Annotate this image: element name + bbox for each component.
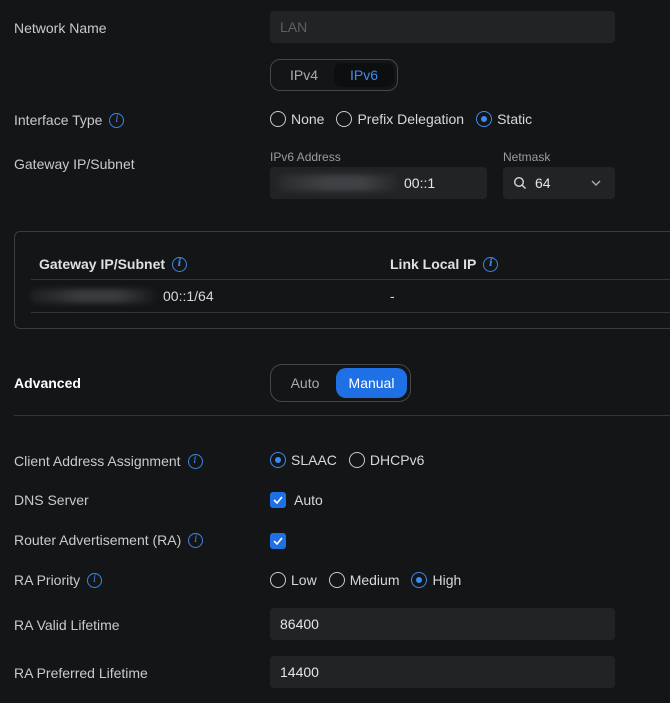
ipv6-address-value: 00::1	[404, 175, 436, 191]
client-assignment-radio-group: SLAAC DHCPv6	[270, 451, 436, 469]
radio-prefix-delegation-label: Prefix Delegation	[357, 111, 465, 127]
ipv6-address-label: IPv6 Address	[270, 150, 341, 164]
search-icon	[513, 176, 526, 189]
dns-auto-checkbox[interactable]	[270, 492, 286, 508]
dns-auto-row: Auto	[270, 491, 335, 509]
ra-priority-radio-group: Low Medium High	[270, 571, 473, 589]
netmask-select[interactable]: 64	[503, 167, 615, 199]
radio-none-label: None	[291, 111, 325, 127]
radio-high-label: High	[432, 572, 462, 588]
radio-none[interactable]	[270, 111, 286, 127]
info-icon[interactable]: i	[109, 112, 125, 128]
ipv4-tab[interactable]: IPv4	[274, 63, 334, 87]
advanced-manual-tab[interactable]: Manual	[336, 368, 407, 398]
radio-low-label: Low	[291, 572, 317, 588]
table-row-divider	[31, 312, 670, 313]
ra-checkbox-wrap	[270, 532, 286, 549]
info-icon[interactable]: i	[483, 256, 499, 272]
advanced-divider	[14, 415, 670, 416]
radio-slaac[interactable]	[270, 452, 286, 468]
ra-valid-lifetime-label: RA Valid Lifetime	[14, 617, 120, 633]
ra-priority-label: RA Priority i	[14, 571, 103, 589]
dns-auto-label: Auto	[294, 492, 323, 508]
netmask-label: Netmask	[503, 150, 551, 164]
interface-type-radio-group: None Prefix Delegation Static	[270, 110, 544, 128]
redacted-prefix	[278, 175, 398, 191]
ra-preferred-lifetime-label: RA Preferred Lifetime	[14, 665, 148, 681]
advanced-label: Advanced	[14, 375, 81, 391]
radio-high[interactable]	[411, 572, 428, 588]
radio-medium-label: Medium	[349, 572, 400, 588]
info-icon[interactable]: i	[188, 532, 204, 548]
gateway-label: Gateway IP/Subnet	[14, 156, 135, 172]
radio-medium[interactable]	[328, 572, 345, 588]
checkmark-icon	[273, 496, 283, 504]
table-header-gateway: Gateway IP/Subnet i	[39, 255, 188, 273]
advanced-mode-toggle: Auto Manual	[270, 364, 411, 402]
router-advertisement-label: Router Advertisement (RA) i	[14, 531, 204, 549]
redacted-prefix	[31, 289, 155, 303]
client-assignment-label: Client Address Assignment i	[14, 452, 203, 470]
advanced-auto-tab[interactable]: Auto	[274, 368, 336, 398]
ra-valid-lifetime-input[interactable]: 86400	[270, 608, 615, 640]
table-row: 00::1/64	[31, 286, 214, 306]
table-cell-gateway: 00::1/64	[163, 288, 214, 304]
info-icon[interactable]: i	[187, 453, 203, 469]
chevron-down-icon	[591, 180, 601, 186]
info-icon[interactable]: i	[87, 572, 103, 588]
radio-slaac-label: SLAAC	[291, 452, 337, 468]
ip-version-toggle: IPv4 IPv6	[270, 59, 398, 91]
radio-low[interactable]	[270, 572, 286, 588]
table-cell-link-local: -	[390, 288, 395, 304]
ipv6-address-input[interactable]: 00::1	[270, 167, 487, 199]
checkmark-icon	[273, 537, 283, 545]
radio-dhcpv6-label: DHCPv6	[369, 452, 425, 468]
radio-static-label: Static	[497, 111, 533, 127]
ra-checkbox[interactable]	[270, 533, 286, 549]
interface-type-label: Interface Type i	[14, 111, 125, 129]
info-icon[interactable]: i	[172, 256, 188, 272]
network-name-label: Network Name	[14, 20, 107, 36]
network-name-input[interactable]: LAN	[270, 11, 615, 43]
ipv6-tab[interactable]: IPv6	[334, 63, 394, 87]
dns-server-label: DNS Server	[14, 492, 89, 508]
radio-dhcpv6[interactable]	[348, 452, 365, 468]
radio-prefix-delegation[interactable]	[336, 111, 353, 127]
netmask-value: 64	[535, 175, 551, 191]
radio-static[interactable]	[476, 111, 493, 127]
gateway-table	[14, 231, 670, 329]
table-header-link-local: Link Local IP i	[390, 255, 499, 273]
table-header-divider	[31, 279, 670, 280]
ra-preferred-lifetime-input[interactable]: 14400	[270, 656, 615, 688]
